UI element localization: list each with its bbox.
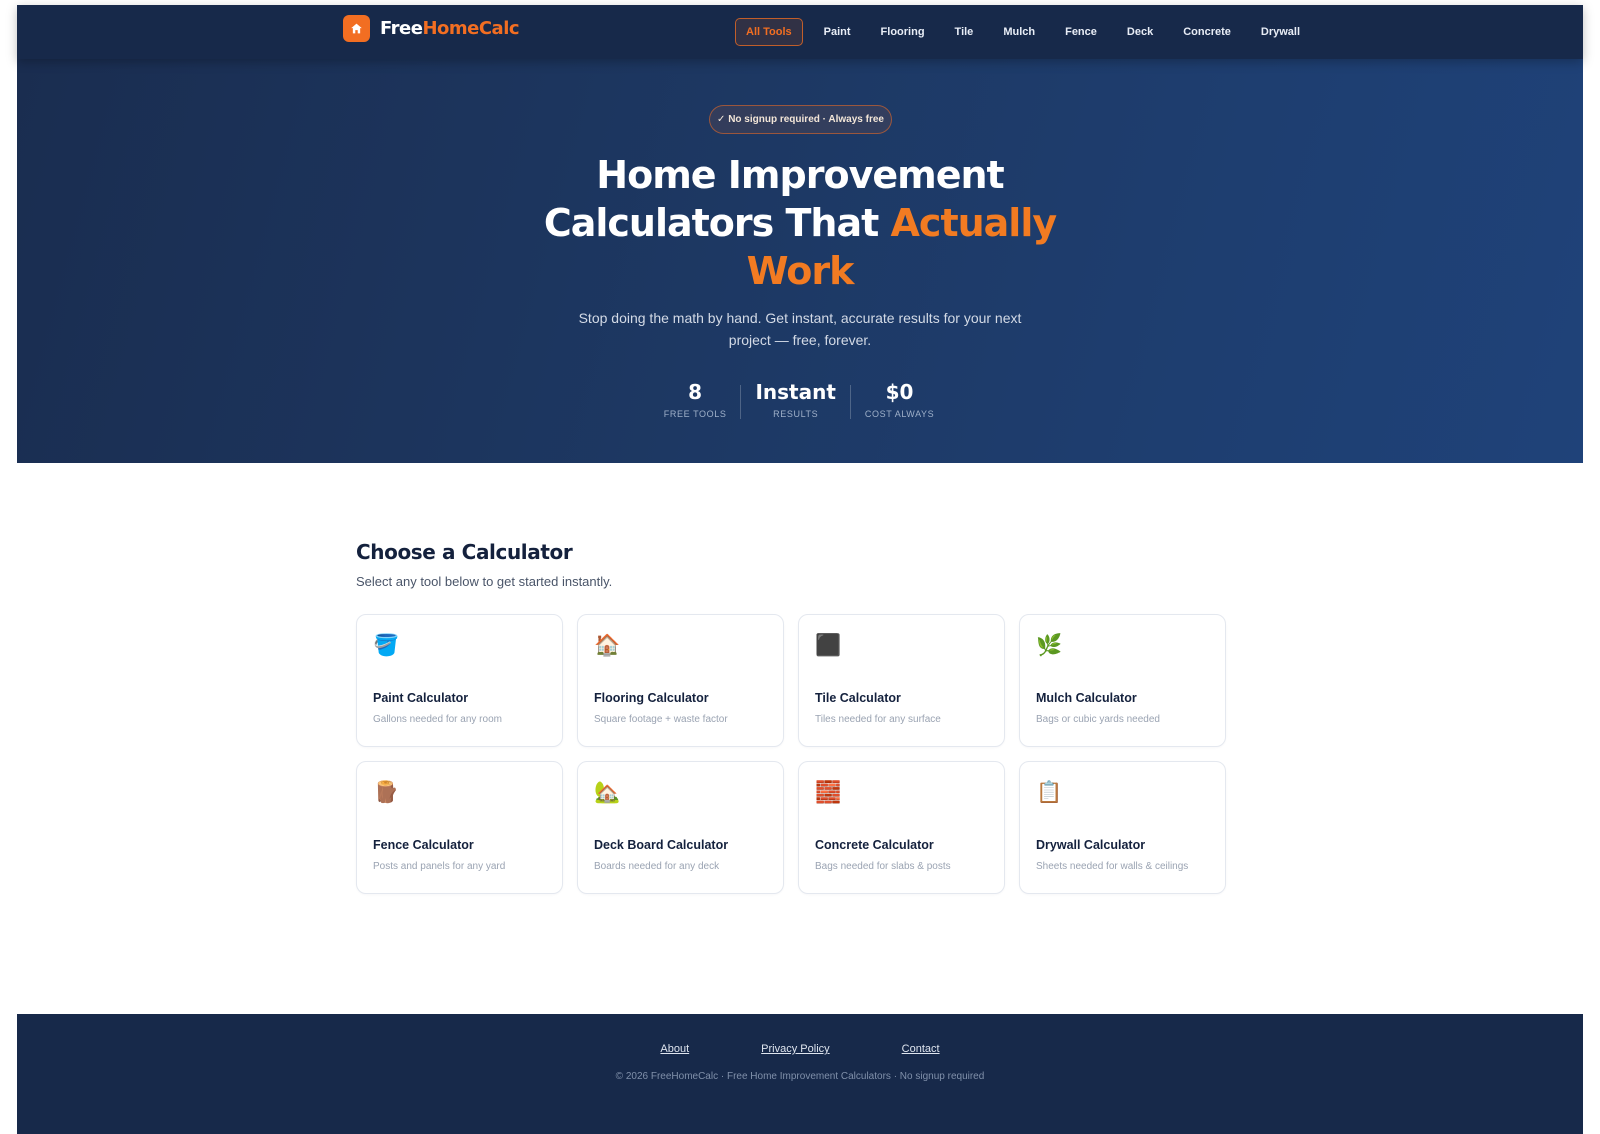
card-description: Bags or cubic yards needed — [1036, 714, 1160, 725]
brick-icon: 🧱 — [815, 781, 842, 804]
footer-links: About Privacy Policy Contact — [17, 1043, 1583, 1055]
tile-square-icon: ⬛ — [815, 634, 842, 657]
nav-item-fence[interactable]: Fence — [1056, 18, 1106, 46]
section-title: Choose a Calculator — [356, 540, 573, 564]
card-title: Drywall Calculator — [1036, 838, 1146, 852]
house-garden-icon: 🏡 — [594, 781, 621, 804]
brand-name-free: Free — [380, 17, 423, 39]
hero-title-line-2: Calculators That Actually — [500, 199, 1100, 247]
stat-free-tools: 8 FREE TOOLS — [650, 377, 741, 419]
footer-copyright: © 2026 FreeHomeCalc · Free Home Improvem… — [615, 1071, 985, 1082]
hero-title-line-1: Home Improvement — [596, 153, 1004, 197]
card-description: Gallons needed for any room — [373, 714, 502, 725]
clipboard-icon: 📋 — [1036, 781, 1063, 804]
calculator-grid: 🪣 Paint Calculator Gallons needed for an… — [356, 614, 1226, 894]
nav-item-drywall[interactable]: Drywall — [1252, 18, 1309, 46]
card-description: Square footage + waste factor — [594, 714, 728, 725]
nav-item-tile[interactable]: Tile — [946, 18, 983, 46]
card-paint-calculator[interactable]: 🪣 Paint Calculator Gallons needed for an… — [356, 614, 563, 747]
brand-name-homecalc: HomeCalc — [422, 17, 520, 39]
hero-title: Home Improvement Calculators That Actual… — [500, 151, 1100, 295]
home-icon — [343, 14, 370, 42]
card-title: Mulch Calculator — [1036, 691, 1137, 705]
wood-log-icon: 🪵 — [373, 781, 400, 804]
paint-bucket-icon: 🪣 — [373, 634, 400, 657]
section-subtitle: Select any tool below to get started ins… — [356, 574, 613, 589]
card-title: Concrete Calculator — [815, 838, 934, 852]
card-description: Posts and panels for any yard — [373, 861, 506, 872]
card-title: Deck Board Calculator — [594, 838, 729, 852]
stat-value: $0 — [885, 380, 914, 404]
card-title: Tile Calculator — [815, 691, 901, 705]
stat-label: FREE TOOLS — [663, 409, 727, 419]
card-description: Bags needed for slabs & posts — [815, 861, 951, 872]
card-mulch-calculator[interactable]: 🌿 Mulch Calculator Bags or cubic yards n… — [1019, 614, 1226, 747]
stat-label: RESULTS — [773, 409, 819, 419]
footer-link-contact[interactable]: Contact — [902, 1043, 940, 1055]
card-drywall-calculator[interactable]: 📋 Drywall Calculator Sheets needed for w… — [1019, 761, 1226, 894]
nav-item-flooring[interactable]: Flooring — [872, 18, 934, 46]
card-description: Sheets needed for walls & ceilings — [1036, 861, 1189, 872]
card-deck-board-calculator[interactable]: 🏡 Deck Board Calculator Boards needed fo… — [577, 761, 784, 894]
card-title: Paint Calculator — [373, 691, 469, 705]
house-icon: 🏠 — [594, 634, 621, 657]
stat-value: Instant — [755, 380, 836, 404]
footer-link-about[interactable]: About — [660, 1043, 689, 1055]
nav-item-deck[interactable]: Deck — [1118, 18, 1162, 46]
brand-logo[interactable]: FreeHomeCalc — [343, 11, 520, 45]
nav-item-paint[interactable]: Paint — [815, 18, 860, 46]
hero-stats: 8 FREE TOOLS Instant RESULTS $0 COST ALW… — [629, 377, 969, 419]
nav-links: All Tools Paint Flooring Tile Mulch Fenc… — [735, 18, 1321, 46]
hero-title-accent-work: Work — [746, 249, 855, 293]
card-tile-calculator[interactable]: ⬛ Tile Calculator Tiles needed for any s… — [798, 614, 1005, 747]
stat-results: Instant RESULTS — [741, 377, 849, 419]
stat-value: 8 — [688, 380, 703, 404]
hero-section: ✓ No signup required · Always free Home … — [17, 59, 1583, 463]
card-flooring-calculator[interactable]: 🏠 Flooring Calculator Square footage + w… — [577, 614, 784, 747]
card-title: Flooring Calculator — [594, 691, 709, 705]
free-badge: ✓ No signup required · Always free — [709, 105, 892, 134]
nav-item-concrete[interactable]: Concrete — [1174, 18, 1240, 46]
hero-title-accent-actually: Actually — [890, 201, 1058, 245]
stat-cost: $0 COST ALWAYS — [851, 377, 948, 419]
top-nav: FreeHomeCalc All Tools Paint Flooring Ti… — [17, 5, 1583, 59]
page: FreeHomeCalc All Tools Paint Flooring Ti… — [17, 5, 1583, 1134]
card-fence-calculator[interactable]: 🪵 Fence Calculator Posts and panels for … — [356, 761, 563, 894]
footer: About Privacy Policy Contact © 2026 Free… — [17, 1014, 1583, 1134]
card-title: Fence Calculator — [373, 838, 474, 852]
hero-title-line-2-text: Calculators That — [543, 201, 891, 245]
nav-item-all-tools[interactable]: All Tools — [735, 18, 803, 46]
card-concrete-calculator[interactable]: 🧱 Concrete Calculator Bags needed for sl… — [798, 761, 1005, 894]
nav-item-mulch[interactable]: Mulch — [994, 18, 1044, 46]
card-description: Boards needed for any deck — [594, 861, 720, 872]
footer-link-privacy-policy[interactable]: Privacy Policy — [761, 1043, 829, 1055]
card-description: Tiles needed for any surface — [815, 714, 941, 725]
hero-subtitle: Stop doing the math by hand. Get instant… — [578, 310, 1022, 348]
brand-name: FreeHomeCalc — [380, 17, 520, 39]
stat-label: COST ALWAYS — [864, 409, 935, 419]
herb-icon: 🌿 — [1036, 634, 1063, 657]
